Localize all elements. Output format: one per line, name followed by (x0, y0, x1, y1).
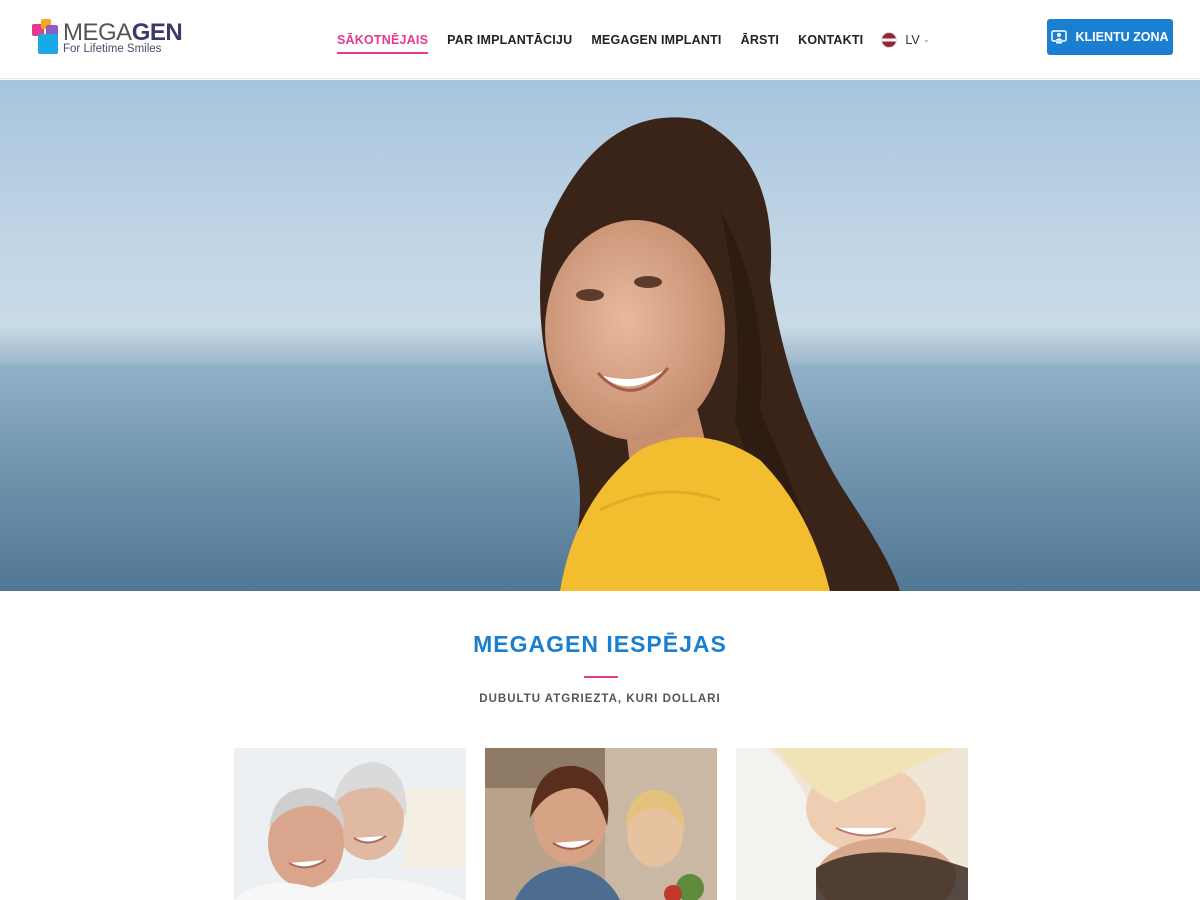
feature-card-smiling-couple[interactable] (736, 748, 968, 900)
feature-card-two-women[interactable] (485, 748, 717, 900)
language-label: LV (905, 32, 920, 47)
two-women-photo (485, 748, 717, 900)
client-zone-label: KLIENTU ZONA (1075, 30, 1169, 44)
chevron-down-icon: ⌄ (922, 34, 931, 44)
section-title: MEGAGEN IESPĒJAS (473, 631, 727, 657)
hero-banner (0, 80, 1200, 591)
latvia-flag-icon (881, 31, 898, 48)
language-selector[interactable]: LV ⌄ (881, 0, 930, 79)
site-header: MEGAGEN For Lifetime Smiles SĀKOTNĒJAIS … (0, 0, 1200, 79)
nav-item-sakotnejais[interactable]: SĀKOTNĒJAIS (337, 0, 429, 79)
main-nav: SĀKOTNĒJAIS PAR IMPLANTĀCIJU MEGAGEN IMP… (337, 0, 930, 79)
logo-tagline: For Lifetime Smiles (63, 43, 162, 55)
hero-photo (0, 117, 1200, 591)
elderly-couple-photo (234, 748, 466, 900)
nav-item-arsti[interactable]: ĀRSTI (741, 0, 780, 79)
logo-mark-icon (32, 19, 62, 55)
nav-item-megagen-implanti[interactable]: MEGAGEN IMPLANTI (591, 0, 721, 79)
smiling-couple-photo (736, 748, 968, 900)
feature-card-elderly-couple[interactable] (234, 748, 466, 900)
megagen-logo[interactable]: MEGAGEN For Lifetime Smiles (32, 19, 183, 57)
section-subtitle: DUBULTU ATGRIEZTA, KURI DOLLARI (479, 693, 721, 705)
client-zone-icon (1051, 30, 1068, 44)
nav-item-par-implantaciju[interactable]: PAR IMPLANTĀCIJU (447, 0, 572, 79)
title-divider (584, 676, 618, 678)
client-zone-button[interactable]: KLIENTU ZONA (1047, 19, 1173, 55)
nav-item-kontakti[interactable]: KONTAKTI (798, 0, 863, 79)
